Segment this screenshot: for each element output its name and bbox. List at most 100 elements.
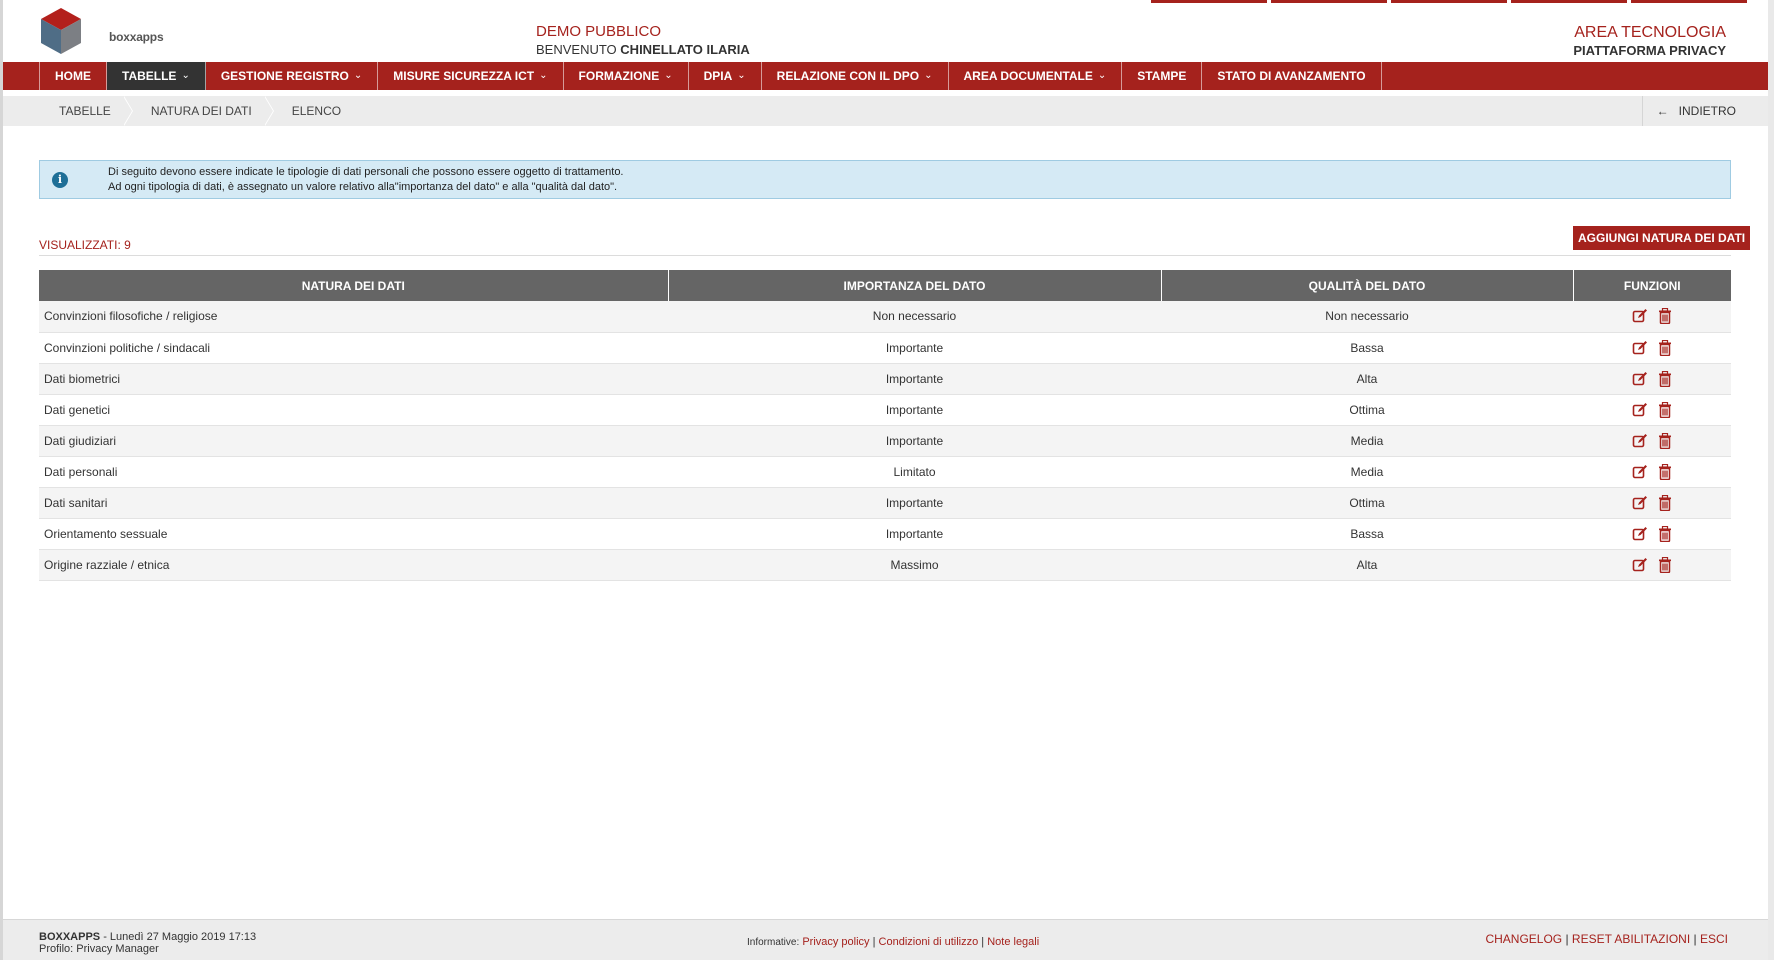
row-actions [1632,463,1672,480]
reset-permissions-link[interactable]: RESET ABILITAZIONI [1572,932,1690,946]
nav-item-area-documentale[interactable]: AREA DOCUMENTALE ⌄ [949,62,1123,90]
trash-icon[interactable] [1658,556,1672,573]
nav-item-home[interactable]: HOME [39,62,107,90]
cell-qualita: Alta [1161,549,1573,581]
breadcrumb-item-natura-dei-dati[interactable]: NATURA DEI DATI [133,96,274,126]
table-row[interactable]: Dati giudiziari Importante Media [39,425,1731,457]
table-row[interactable]: Dati sanitari Importante Ottima [39,487,1731,519]
nav-item-gestione-registro[interactable]: GESTIONE REGISTRO ⌄ [206,62,379,90]
trash-icon[interactable] [1658,339,1672,356]
table-row[interactable]: Convinzioni politiche / sindacali Importa… [39,332,1731,364]
scrollbar-gutter[interactable] [1768,0,1774,960]
environment-title: DEMO PUBBLICO [536,23,662,40]
trash-icon[interactable] [1658,494,1672,511]
edit-icon[interactable] [1632,433,1648,449]
column-header-natura[interactable]: NATURA DEI DATI [39,270,669,301]
nav-item-formazione[interactable]: FORMAZIONE ⌄ [564,62,689,90]
row-actions [1632,401,1672,418]
trash-icon[interactable] [1658,401,1672,418]
nav-list: HOME TABELLE ⌄ GESTIONE REGISTRO ⌄ MISURE SIC… [39,62,1382,90]
cell-qualita: Non necessario [1161,301,1573,333]
breadcrumb-item-elenco: ELENCO [291,104,342,118]
header-right: AREA TECNOLOGIA PIATTAFORMA PRIVACY [1573,23,1726,59]
edit-icon[interactable] [1632,495,1648,511]
cell-funzioni [1573,394,1731,426]
arrow-left-icon: ← [1656,104,1669,118]
row-actions [1632,432,1672,449]
chevron-down-icon: ⌄ [353,70,363,81]
edit-icon[interactable] [1632,340,1648,356]
cell-qualita: Ottima [1161,487,1573,519]
edit-icon[interactable] [1632,526,1648,542]
edit-icon[interactable] [1632,371,1648,387]
conditions-link[interactable]: Condizioni di utilizzo [879,936,979,948]
footer-datetime: - Lunedì 27 Maggio 2019 17:13 [103,931,257,943]
row-actions [1632,494,1672,511]
cell-importanza: Limitato [668,456,1161,488]
nav-item-stato-di-avanzamento[interactable]: STATO DI AVANZAMENTO [1202,62,1382,90]
logo-text: boxxapps [109,30,164,44]
informative-label: Informative: [747,937,800,948]
legal-notes-link[interactable]: Note legali [987,936,1039,948]
trash-icon[interactable] [1658,370,1672,387]
header-center: DEMO PUBBLICO BENVENUTO CHINELLATO ILARI… [536,23,750,59]
column-header-qualita[interactable]: QUALITÀ DEL DATO [1161,270,1574,301]
cell-importanza: Importante [668,487,1161,519]
nav-item-relazione-con-il-dpo[interactable]: RELAZIONE CON IL DPO ⌄ [762,62,949,90]
trash-icon[interactable] [1658,463,1672,480]
cell-importanza: Non necessario [668,301,1161,333]
add-data-nature-button[interactable]: AGGIUNGI NATURA DEI DATI [1573,226,1751,250]
edit-icon[interactable] [1632,402,1648,418]
cell-funzioni [1573,301,1731,333]
table-row[interactable]: Orientamento sessuale Importante Bassa [39,518,1731,550]
breadcrumb-bar: TABELLE NATURA DEI DATI ELENCO ← INDIETRO [3,96,1768,126]
cell-natura: Dati genetici [39,394,668,426]
chevron-down-icon: ⌄ [924,70,933,81]
boxxapps-logo[interactable]: boxxapps [39,6,164,61]
edit-icon[interactable] [1632,464,1648,480]
nav-item-label: TABELLE [122,69,177,83]
nav-item-misure-sicurezza-ict[interactable]: MISURE SICUREZZA ICT ⌄ [378,62,564,90]
welcome-prefix: BENVENUTO [536,42,617,57]
cell-funzioni [1573,363,1731,395]
table-row[interactable]: Convinzioni filosofiche / religiose Non n… [39,301,1731,333]
cube-logo-icon [41,8,81,54]
cell-funzioni [1573,549,1731,581]
column-header-funzioni: FUNZIONI [1573,270,1731,301]
breadcrumb-item-tabelle[interactable]: TABELLE [41,96,133,126]
cell-qualita: Bassa [1161,332,1573,364]
cell-funzioni [1573,487,1731,519]
breadcrumb: TABELLE NATURA DEI DATI ELENCO [41,96,363,126]
table-body: Convinzioni filosofiche / religiose Non n… [39,301,1731,581]
column-header-importanza[interactable]: IMPORTANZA DEL DATO [668,270,1162,301]
trash-icon[interactable] [1658,432,1672,449]
footer-profile: Profilo: Privacy Manager [39,943,159,955]
exit-link[interactable]: ESCI [1700,932,1728,946]
trash-icon[interactable] [1658,308,1672,325]
area-title: AREA TECNOLOGIA [1574,24,1726,41]
info-text: Di seguito devono essere indicate le tip… [108,165,624,195]
info-icon: i [52,172,68,188]
edit-icon[interactable] [1632,308,1648,324]
table-row[interactable]: Dati genetici Importante Ottima [39,394,1731,426]
table-row[interactable]: Origine razziale / etnica Massimo Alta [39,549,1731,581]
privacy-policy-link[interactable]: Privacy policy [802,936,869,948]
nav-item-stampe[interactable]: STAMPE [1122,62,1203,90]
cell-importanza: Massimo [668,549,1161,581]
footer-right: CHANGELOG | RESET ABILITAZIONI | ESCI [1485,932,1728,946]
nav-item-dpia[interactable]: DPIA ⌄ [689,62,762,90]
cell-importanza: Importante [668,394,1161,426]
table-row[interactable]: Dati biometrici Importante Alta [39,363,1731,395]
footer: BOXXAPPS - Lunedì 27 Maggio 2019 17:13 P… [3,919,1768,960]
nav-item-label: STATO DI AVANZAMENTO [1217,69,1366,83]
table-row[interactable]: Dati personali Limitato Media [39,456,1731,488]
chevron-down-icon: ⌄ [1097,70,1107,81]
edit-icon[interactable] [1632,557,1648,573]
back-button[interactable]: ← INDIETRO [1641,96,1768,126]
changelog-link[interactable]: CHANGELOG [1485,932,1562,946]
chevron-down-icon: ⌄ [737,70,746,81]
nav-item-tabelle[interactable]: TABELLE ⌄ [107,62,206,90]
trash-icon[interactable] [1658,525,1672,542]
row-actions [1632,556,1672,573]
cell-importanza: Importante [668,332,1161,364]
